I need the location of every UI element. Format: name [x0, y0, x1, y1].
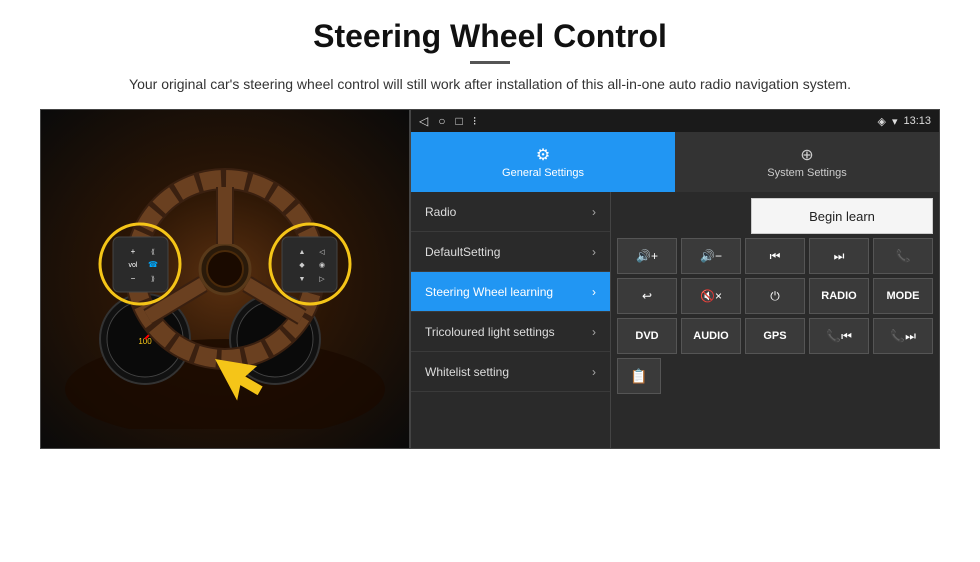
system-settings-icon: ⊕: [800, 145, 813, 165]
title-divider: [470, 61, 510, 64]
folder-icon: 📋: [630, 368, 647, 385]
hangup-icon: ↩: [642, 289, 652, 303]
controls-row-1: 🔊+ 🔊− ⏮ ⏭ 📞: [617, 238, 933, 274]
wifi-icon: ▾: [892, 115, 898, 128]
settings-tabs: ⚙ General Settings ⊕ System Settings: [411, 132, 939, 192]
svg-text:◁: ◁: [319, 249, 325, 256]
chevron-icon: ›: [592, 365, 596, 379]
android-ui: ◁ ○ □ ⁝ ◈ ▾ 13:13 ⚙ General Settings: [410, 109, 940, 449]
menu-tricoloured-label: Tricoloured light settings: [425, 325, 555, 339]
status-bar-nav: ◁ ○ □ ⁝: [419, 114, 477, 128]
page-title: Steering Wheel Control: [313, 18, 667, 55]
controls-row-3: DVD AUDIO GPS 📞⏮ 📞⏭: [617, 318, 933, 354]
volume-down-icon: 🔊−: [700, 249, 722, 263]
chevron-icon: ›: [592, 325, 596, 339]
menu-item-steering-wheel[interactable]: Steering Wheel learning ›: [411, 272, 610, 312]
gps-label: GPS: [763, 330, 786, 342]
power-icon: ⏻: [770, 289, 780, 304]
menu-steering-label: Steering Wheel learning: [425, 285, 553, 299]
nav-menu-icon[interactable]: ⁝: [473, 114, 477, 128]
content-area: Radio › DefaultSetting › Steering Wheel …: [411, 192, 939, 448]
chevron-icon: ›: [592, 285, 596, 299]
phone-next-button[interactable]: 📞⏭: [873, 318, 933, 354]
dvd-button[interactable]: DVD: [617, 318, 677, 354]
svg-text:▷: ▷: [319, 276, 325, 283]
menu-default-label: DefaultSetting: [425, 245, 500, 259]
prev-track-icon: ⏮: [770, 249, 781, 264]
phone-next-icon: 📞⏭: [890, 329, 916, 344]
controls-row-4: 📋: [617, 358, 933, 394]
tab-general-settings[interactable]: ⚙ General Settings: [411, 132, 675, 192]
phone-icon: 📞: [896, 249, 911, 263]
car-image-area: 100: [40, 109, 410, 449]
controls-panel: Begin learn 🔊+ 🔊− ⏮: [611, 192, 939, 448]
next-track-button[interactable]: ⏭: [809, 238, 869, 274]
page-subtitle: Your original car's steering wheel contr…: [129, 74, 851, 95]
menu-item-whitelist[interactable]: Whitelist setting ›: [411, 352, 610, 392]
menu-item-tricoloured[interactable]: Tricoloured light settings ›: [411, 312, 610, 352]
svg-text:▼: ▼: [299, 276, 306, 283]
page-wrapper: Steering Wheel Control Your original car…: [0, 0, 980, 562]
radio-button[interactable]: RADIO: [809, 278, 869, 314]
mute-icon: 🔇×: [700, 289, 722, 303]
menu-item-radio[interactable]: Radio ›: [411, 192, 610, 232]
svg-text:⟫: ⟫: [151, 275, 155, 283]
next-track-icon: ⏭: [834, 249, 845, 264]
main-content: 100: [40, 109, 940, 449]
audio-button[interactable]: AUDIO: [681, 318, 741, 354]
menu-whitelist-label: Whitelist setting: [425, 365, 509, 379]
controls-row-2: ↩ 🔇× ⏻ RADIO MODE: [617, 278, 933, 314]
dvd-label: DVD: [635, 330, 658, 342]
radio-label: RADIO: [821, 290, 856, 302]
svg-text:◉: ◉: [319, 262, 325, 269]
prev-track-button[interactable]: ⏮: [745, 238, 805, 274]
tab-general-label: General Settings: [502, 167, 584, 179]
svg-text:−: −: [131, 274, 136, 283]
svg-text:◆: ◆: [299, 262, 305, 269]
mode-button[interactable]: MODE: [873, 278, 933, 314]
volume-up-icon: 🔊+: [636, 249, 658, 263]
chevron-icon: ›: [592, 245, 596, 259]
nav-home-icon[interactable]: ○: [438, 114, 445, 128]
svg-text:⟪: ⟪: [151, 248, 155, 256]
phone-button[interactable]: 📞: [873, 238, 933, 274]
status-bar: ◁ ○ □ ⁝ ◈ ▾ 13:13: [411, 110, 939, 132]
svg-text:▲: ▲: [299, 249, 306, 256]
begin-learn-row: Begin learn: [617, 198, 933, 234]
begin-learn-button[interactable]: Begin learn: [751, 198, 933, 234]
svg-text:+: +: [131, 247, 136, 256]
nav-back-icon[interactable]: ◁: [419, 114, 428, 128]
audio-label: AUDIO: [693, 330, 728, 342]
menu-list: Radio › DefaultSetting › Steering Wheel …: [411, 192, 611, 448]
folder-button[interactable]: 📋: [617, 358, 661, 394]
phone-prev-icon: 📞⏮: [826, 329, 852, 344]
svg-text:☎: ☎: [148, 260, 158, 269]
status-bar-right: ◈ ▾ 13:13: [877, 115, 931, 128]
steering-wheel-svg: 100: [55, 129, 395, 429]
mute-button[interactable]: 🔇×: [681, 278, 741, 314]
car-background: 100: [41, 110, 409, 448]
phone-prev-button[interactable]: 📞⏮: [809, 318, 869, 354]
hangup-button[interactable]: ↩: [617, 278, 677, 314]
nav-recent-icon[interactable]: □: [455, 114, 462, 128]
svg-text:vol: vol: [129, 262, 138, 269]
menu-item-default-setting[interactable]: DefaultSetting ›: [411, 232, 610, 272]
chevron-icon: ›: [592, 205, 596, 219]
menu-radio-label: Radio: [425, 205, 456, 219]
tab-system-settings[interactable]: ⊕ System Settings: [675, 132, 939, 192]
mode-label: MODE: [887, 290, 920, 302]
clock: 13:13: [903, 115, 931, 127]
volume-down-button[interactable]: 🔊−: [681, 238, 741, 274]
general-settings-icon: ⚙: [536, 145, 550, 165]
tab-system-label: System Settings: [767, 167, 846, 179]
power-button[interactable]: ⏻: [745, 278, 805, 314]
gps-button[interactable]: GPS: [745, 318, 805, 354]
volume-up-button[interactable]: 🔊+: [617, 238, 677, 274]
location-icon: ◈: [877, 115, 885, 128]
